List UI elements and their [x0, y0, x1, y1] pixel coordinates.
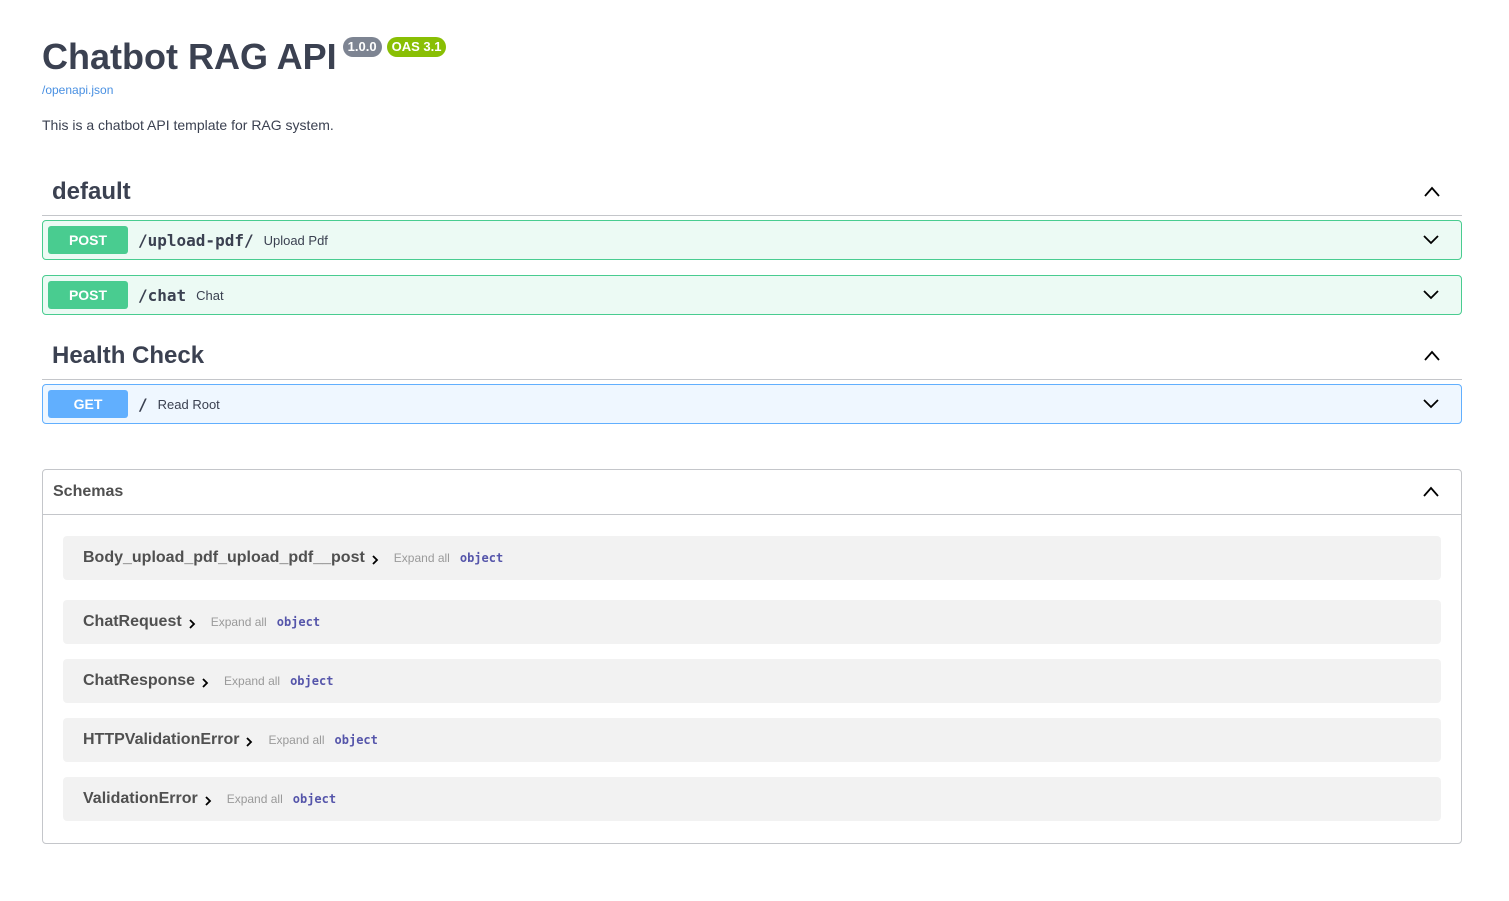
title-row: Chatbot RAG API 1.0.0 OAS 3.1	[42, 36, 1462, 78]
chevron-right-icon[interactable]	[203, 795, 213, 807]
chevron-right-icon[interactable]	[200, 677, 210, 689]
operation-path: /upload-pdf/	[138, 230, 254, 250]
operation-get-root[interactable]: GET / Read Root	[42, 384, 1462, 424]
method-badge: POST	[48, 281, 128, 309]
tag-section-health-check: Health Check GET / Read Root	[42, 333, 1462, 424]
chevron-right-icon[interactable]	[244, 736, 254, 748]
chevron-up-icon[interactable]	[1422, 182, 1442, 202]
tag-title: Health Check	[52, 342, 205, 369]
schema-name[interactable]: ChatResponse	[83, 672, 195, 690]
oas-badge: OAS 3.1	[386, 37, 447, 57]
api-title: Chatbot RAG API	[42, 36, 337, 77]
schema-type: object	[334, 733, 378, 747]
operation-summary: Chat	[196, 287, 224, 303]
version-badge: 1.0.0	[342, 37, 382, 57]
chevron-down-icon[interactable]	[1421, 285, 1441, 305]
chevron-up-icon[interactable]	[1422, 346, 1442, 366]
schemas-section: Schemas Body_upload_pdf_upload_pdf__post…	[42, 469, 1462, 844]
method-badge: GET	[48, 390, 128, 418]
schema-type: object	[292, 792, 337, 806]
schema-row[interactable]: ChatRequest Expand all object	[63, 600, 1441, 644]
schema-row[interactable]: ValidationError Expand all object	[63, 777, 1441, 821]
operation-path: /chat	[138, 285, 187, 305]
expand-all-button[interactable]: Expand all	[227, 792, 283, 806]
api-description: This is a chatbot API template for RAG s…	[42, 117, 334, 133]
method-badge: POST	[48, 226, 128, 254]
swagger-ui: Chatbot RAG API 1.0.0 OAS 3.1 /openapi.j…	[42, 0, 1462, 844]
chevron-down-icon[interactable]	[1421, 394, 1441, 414]
chevron-right-icon[interactable]	[187, 618, 197, 630]
api-info: Chatbot RAG API 1.0.0 OAS 3.1 /openapi.j…	[42, 0, 1462, 133]
operation-post-chat[interactable]: POST /chat Chat	[42, 275, 1462, 315]
tag-section-default: default POST /upload-pdf/ Upload Pdf POS…	[42, 169, 1462, 315]
schema-row[interactable]: HTTPValidationError Expand all object	[63, 718, 1441, 762]
operation-post-upload-pdf[interactable]: POST /upload-pdf/ Upload Pdf	[42, 220, 1462, 260]
tag-header-default[interactable]: default	[42, 169, 1462, 216]
schema-name[interactable]: Body_upload_pdf_upload_pdf__post	[83, 549, 365, 567]
tag-header-health-check[interactable]: Health Check	[42, 333, 1462, 380]
operation-path: /	[138, 394, 148, 414]
schema-type: object	[459, 551, 504, 565]
schemas-title: Schemas	[53, 483, 124, 500]
chevron-down-icon[interactable]	[1421, 230, 1441, 250]
expand-all-button[interactable]: Expand all	[268, 733, 324, 747]
tag-title: default	[52, 178, 131, 205]
expand-all-button[interactable]: Expand all	[211, 615, 267, 629]
schema-row[interactable]: Body_upload_pdf_upload_pdf__post Expand …	[63, 536, 1441, 580]
schema-type: object	[276, 615, 321, 629]
chevron-right-icon[interactable]	[370, 554, 380, 566]
openapi-json-link[interactable]: /openapi.json	[42, 83, 1462, 97]
operation-summary: Read Root	[157, 396, 220, 412]
schema-name[interactable]: ValidationError	[83, 790, 198, 808]
schema-name[interactable]: ChatRequest	[83, 613, 182, 631]
schema-name[interactable]: HTTPValidationError	[83, 731, 239, 749]
schema-row[interactable]: ChatResponse Expand all object	[63, 659, 1441, 703]
operation-summary: Upload Pdf	[263, 232, 328, 248]
schema-type: object	[290, 674, 334, 688]
chevron-up-icon[interactable]	[1421, 482, 1441, 502]
schemas-header[interactable]: Schemas	[43, 470, 1461, 515]
expand-all-button[interactable]: Expand all	[224, 674, 280, 688]
expand-all-button[interactable]: Expand all	[394, 551, 450, 565]
